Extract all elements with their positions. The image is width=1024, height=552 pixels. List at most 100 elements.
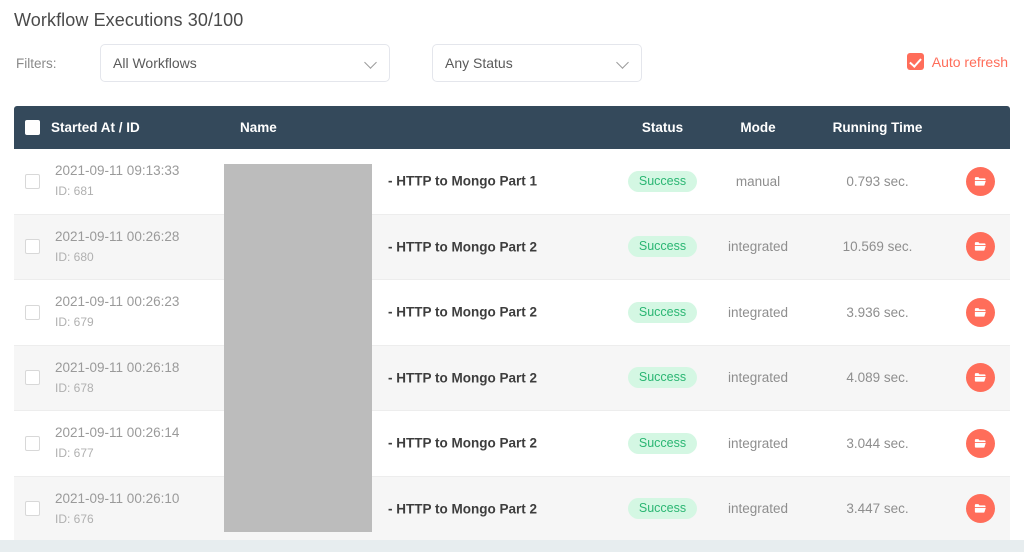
table-row[interactable]: 2021-09-11 09:13:33 ID: 681 - HTTP to Mong… [14, 149, 1010, 215]
execution-started-at: 2021-09-11 00:26:28 [55, 228, 180, 244]
chevron-down-icon [617, 57, 629, 69]
cell-status: Success [614, 236, 711, 258]
open-execution-button[interactable] [965, 428, 995, 458]
open-execution-button[interactable] [965, 363, 995, 393]
row-select-cell[interactable] [14, 435, 51, 451]
row-checkbox[interactable] [25, 173, 40, 189]
open-execution-button[interactable] [965, 494, 995, 524]
cell-started-at: 2021-09-11 00:26:23 ID: 679 [51, 293, 240, 331]
column-header-mode[interactable]: Mode [711, 120, 805, 135]
workflow-filter-select[interactable]: All Workflows [100, 44, 390, 82]
select-all-cell[interactable] [14, 120, 51, 135]
cell-action [950, 494, 1010, 524]
table-row[interactable]: 2021-09-11 00:26:18 ID: 678 - HTTP to Mong… [14, 345, 1010, 411]
row-select-cell[interactable] [14, 370, 51, 386]
cell-action [950, 428, 1010, 458]
cell-action [950, 363, 1010, 393]
footer-strip [0, 540, 1024, 552]
auto-refresh-toggle[interactable]: Auto refresh [906, 53, 1008, 70]
execution-name: - HTTP to Mongo Part 1 [388, 173, 537, 189]
table-body: 2021-09-11 09:13:33 ID: 681 - HTTP to Mong… [14, 149, 1010, 542]
execution-id: ID: 681 [55, 184, 94, 199]
status-badge: Success [627, 170, 698, 192]
execution-mode: integrated [727, 435, 789, 451]
execution-started-at: 2021-09-11 00:26:10 [55, 490, 180, 506]
table-row[interactable]: 2021-09-11 00:26:10 ID: 676 - HTTP to Mong… [14, 476, 1010, 542]
execution-running-time: 0.793 sec. [846, 173, 909, 189]
execution-started-at: 2021-09-11 00:26:18 [55, 359, 180, 375]
chevron-down-icon [365, 57, 377, 69]
auto-refresh-label: Auto refresh [931, 53, 1008, 70]
execution-name: - HTTP to Mongo Part 2 [388, 435, 537, 451]
status-badge: Success [627, 498, 698, 520]
cell-started-at: 2021-09-11 09:13:33 ID: 681 [51, 162, 240, 200]
column-header-started-at[interactable]: Started At / ID [51, 120, 240, 135]
column-header-running-time[interactable]: Running Time [805, 120, 950, 135]
filters-label: Filters: [16, 56, 57, 71]
table-row[interactable]: 2021-09-11 00:26:28 ID: 680 - HTTP to Mong… [14, 214, 1010, 280]
cell-started-at: 2021-09-11 00:26:10 ID: 676 [51, 490, 240, 528]
row-select-cell[interactable] [14, 501, 51, 517]
cell-action [950, 297, 1010, 327]
cell-started-at: 2021-09-11 00:26:28 ID: 680 [51, 228, 240, 266]
execution-mode: integrated [727, 239, 789, 255]
table-row[interactable]: 2021-09-11 00:26:14 ID: 677 - HTTP to Mong… [14, 411, 1010, 477]
table-row[interactable]: 2021-09-11 00:26:23 ID: 679 - HTTP to Mong… [14, 280, 1010, 346]
execution-running-time: 3.936 sec. [846, 304, 909, 320]
folder-icon [973, 305, 988, 320]
execution-running-time: 3.447 sec. [846, 501, 909, 517]
row-select-cell[interactable] [14, 173, 51, 189]
cell-status: Success [614, 367, 711, 389]
redaction-overlay [224, 164, 372, 532]
cell-status: Success [614, 170, 711, 192]
folder-icon [973, 370, 988, 385]
status-badge: Success [627, 432, 698, 454]
status-badge: Success [627, 236, 698, 258]
execution-mode: integrated [727, 304, 789, 320]
open-execution-button[interactable] [965, 297, 995, 327]
row-checkbox[interactable] [25, 501, 40, 517]
page-title: Workflow Executions 30/100 [14, 10, 244, 30]
cell-started-at: 2021-09-11 00:26:14 ID: 677 [51, 424, 240, 462]
open-execution-button[interactable] [965, 232, 995, 262]
row-select-cell[interactable] [14, 304, 51, 320]
select-all-checkbox[interactable] [25, 120, 40, 135]
status-badge: Success [627, 367, 698, 389]
cell-action [950, 166, 1010, 196]
execution-mode: integrated [727, 370, 789, 386]
table-header-row: Started At / ID Name Status Mode Running… [14, 106, 1010, 149]
folder-icon [973, 436, 988, 451]
filters-row: Filters: All Workflows Any Status Auto r… [14, 44, 1010, 84]
folder-icon [973, 174, 988, 189]
executions-page: Workflow Executions 30/100 Filters: All … [0, 0, 1024, 552]
execution-name: - HTTP to Mongo Part 2 [388, 370, 537, 386]
execution-id: ID: 680 [55, 249, 94, 264]
cell-started-at: 2021-09-11 00:26:18 ID: 678 [51, 359, 240, 397]
row-checkbox[interactable] [25, 304, 40, 320]
execution-id: ID: 677 [55, 446, 94, 461]
execution-mode: integrated [727, 501, 789, 517]
execution-mode: manual [735, 173, 781, 189]
row-checkbox[interactable] [25, 435, 40, 451]
column-header-status[interactable]: Status [614, 120, 711, 135]
folder-icon [973, 239, 988, 254]
status-filter-select[interactable]: Any Status [432, 44, 642, 82]
executions-table: Started At / ID Name Status Mode Running… [14, 106, 1010, 542]
execution-id: ID: 679 [55, 315, 94, 330]
cell-action [950, 232, 1010, 262]
open-execution-button[interactable] [965, 166, 995, 196]
row-select-cell[interactable] [14, 239, 51, 255]
row-checkbox[interactable] [25, 239, 40, 255]
execution-id: ID: 676 [55, 511, 94, 526]
execution-name: - HTTP to Mongo Part 2 [388, 239, 537, 255]
auto-refresh-checkbox[interactable] [906, 53, 924, 70]
execution-started-at: 2021-09-11 09:13:33 [55, 163, 180, 179]
row-checkbox[interactable] [25, 370, 40, 386]
folder-icon [973, 501, 988, 516]
execution-started-at: 2021-09-11 00:26:14 [55, 425, 180, 441]
cell-status: Success [614, 432, 711, 454]
execution-id: ID: 678 [55, 380, 94, 395]
execution-started-at: 2021-09-11 00:26:23 [55, 294, 180, 310]
column-header-name[interactable]: Name [240, 120, 614, 135]
status-badge: Success [627, 301, 698, 323]
